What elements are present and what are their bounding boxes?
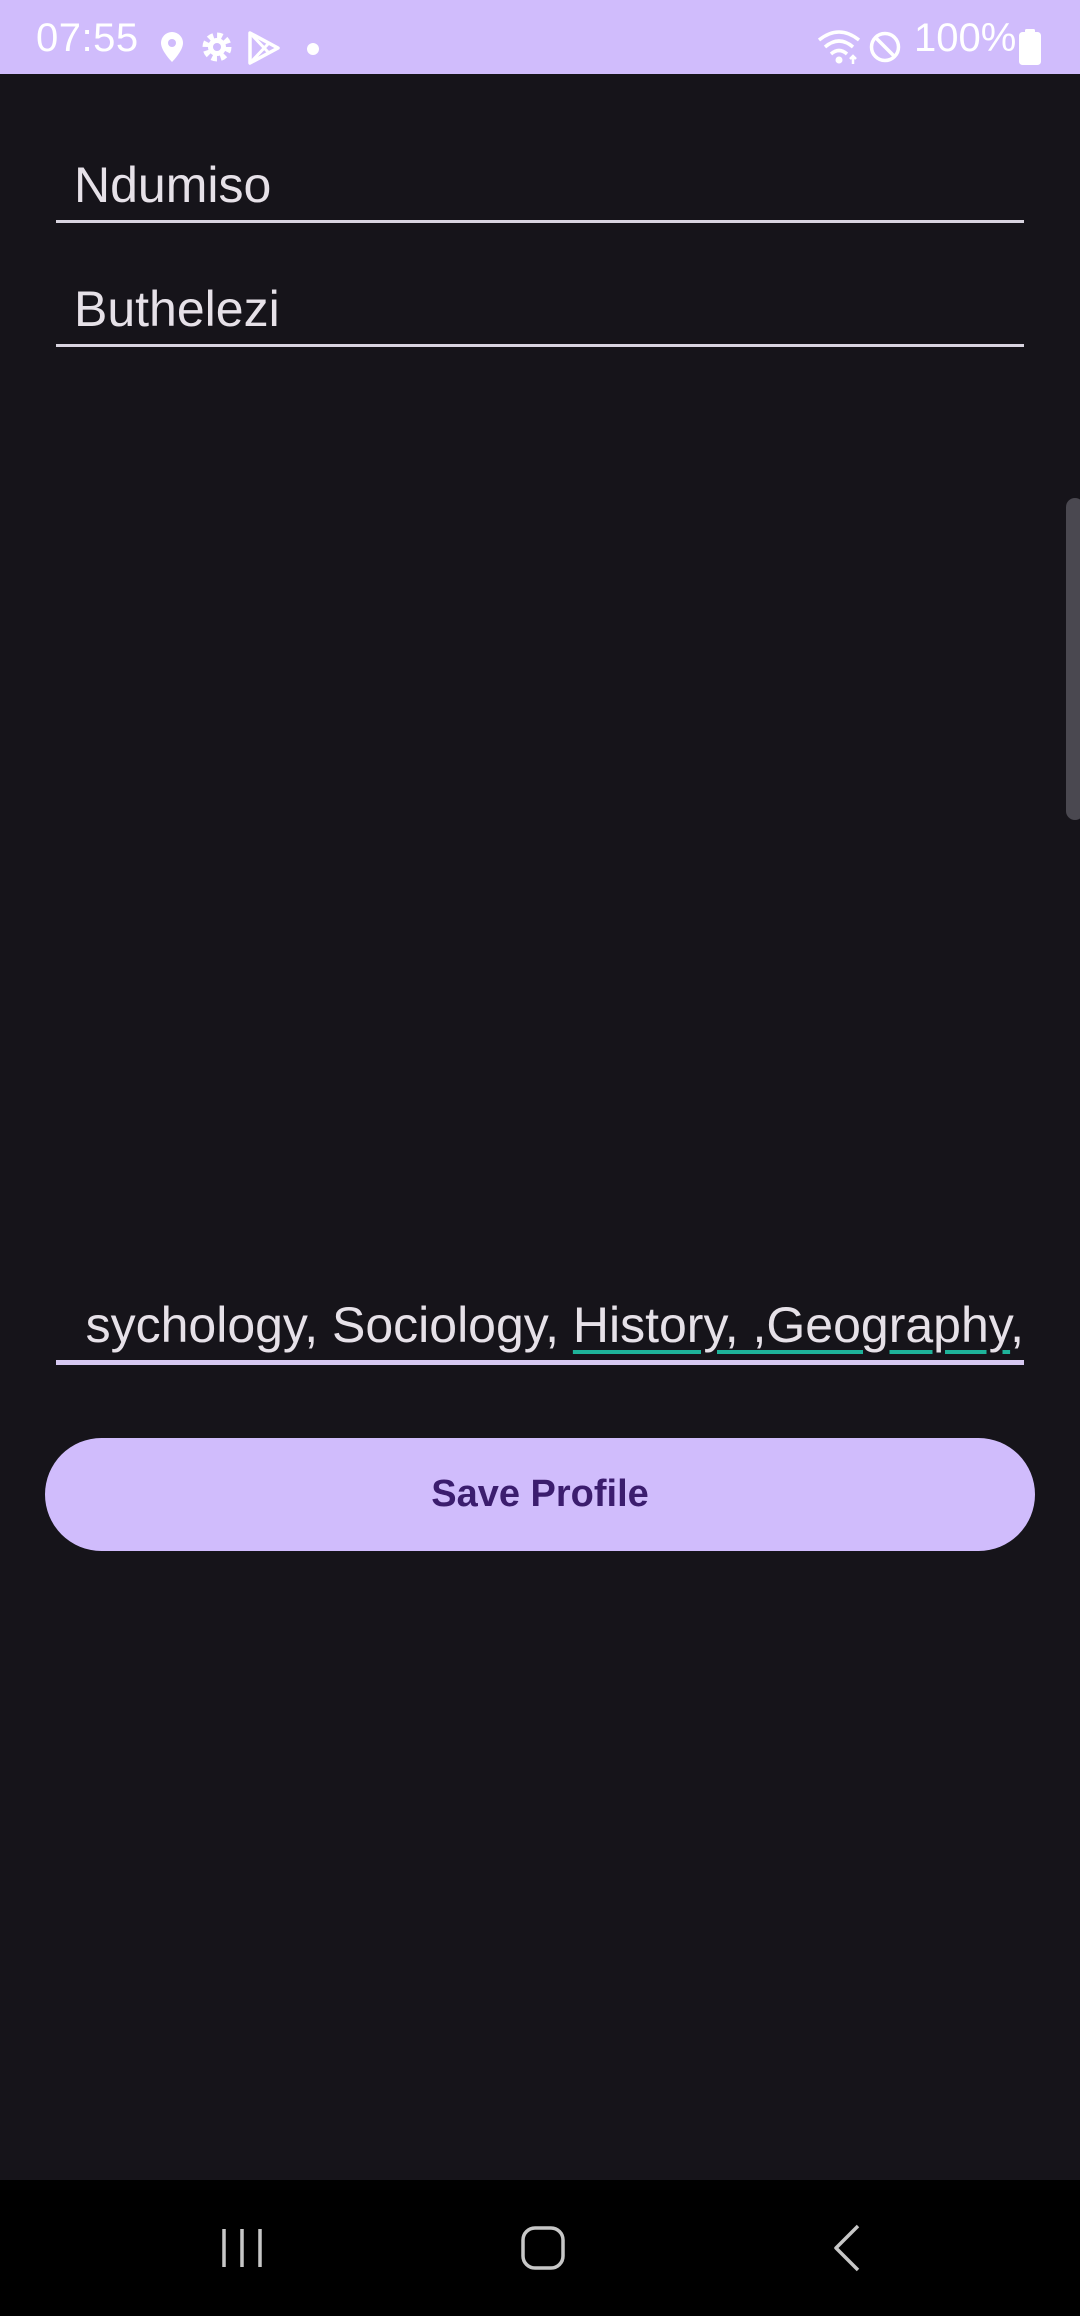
status-bar: 07:55 100% — [0, 0, 1080, 74]
battery-icon — [1018, 29, 1042, 70]
recents-icon — [219, 2227, 265, 2274]
home-icon — [520, 2225, 566, 2276]
first-name-value: Ndumiso — [74, 157, 272, 213]
notification-dot-icon — [306, 42, 320, 61]
battery-percent: 100% — [914, 16, 1017, 60]
last-name-field[interactable]: Buthelezi — [56, 264, 1024, 347]
subjects-text-prefix: sychology, Sociology, — [85, 1297, 573, 1353]
status-time: 07:55 — [36, 16, 139, 60]
recents-button[interactable] — [182, 2210, 302, 2290]
back-icon — [832, 2223, 862, 2278]
subjects-value: sychology, Sociology, History, ,Geograph… — [56, 1296, 1024, 1354]
subjects-field[interactable]: sychology, Sociology, History, ,Geograph… — [56, 1270, 1024, 1365]
home-button[interactable] — [483, 2210, 603, 2290]
settings-icon — [199, 29, 235, 70]
back-button[interactable] — [787, 2210, 907, 2290]
dnd-icon — [868, 30, 902, 69]
subjects-text-suffix: , — [1010, 1297, 1024, 1353]
subjects-text-misspelled: History, ,Geography — [572, 1297, 1011, 1353]
first-name-field[interactable]: Ndumiso — [56, 140, 1024, 223]
wifi-icon — [816, 28, 862, 71]
scrollbar-thumb[interactable] — [1066, 498, 1080, 820]
save-profile-button[interactable]: Save Profile — [45, 1438, 1035, 1551]
last-name-value: Buthelezi — [74, 281, 280, 337]
navigation-bar — [0, 2180, 1080, 2316]
play-store-icon — [246, 30, 282, 71]
profile-screen: 07:55 100% Ndumiso Buthelezi sychology, … — [0, 0, 1080, 2316]
save-profile-label: Save Profile — [431, 1473, 649, 1515]
location-icon — [158, 30, 186, 69]
